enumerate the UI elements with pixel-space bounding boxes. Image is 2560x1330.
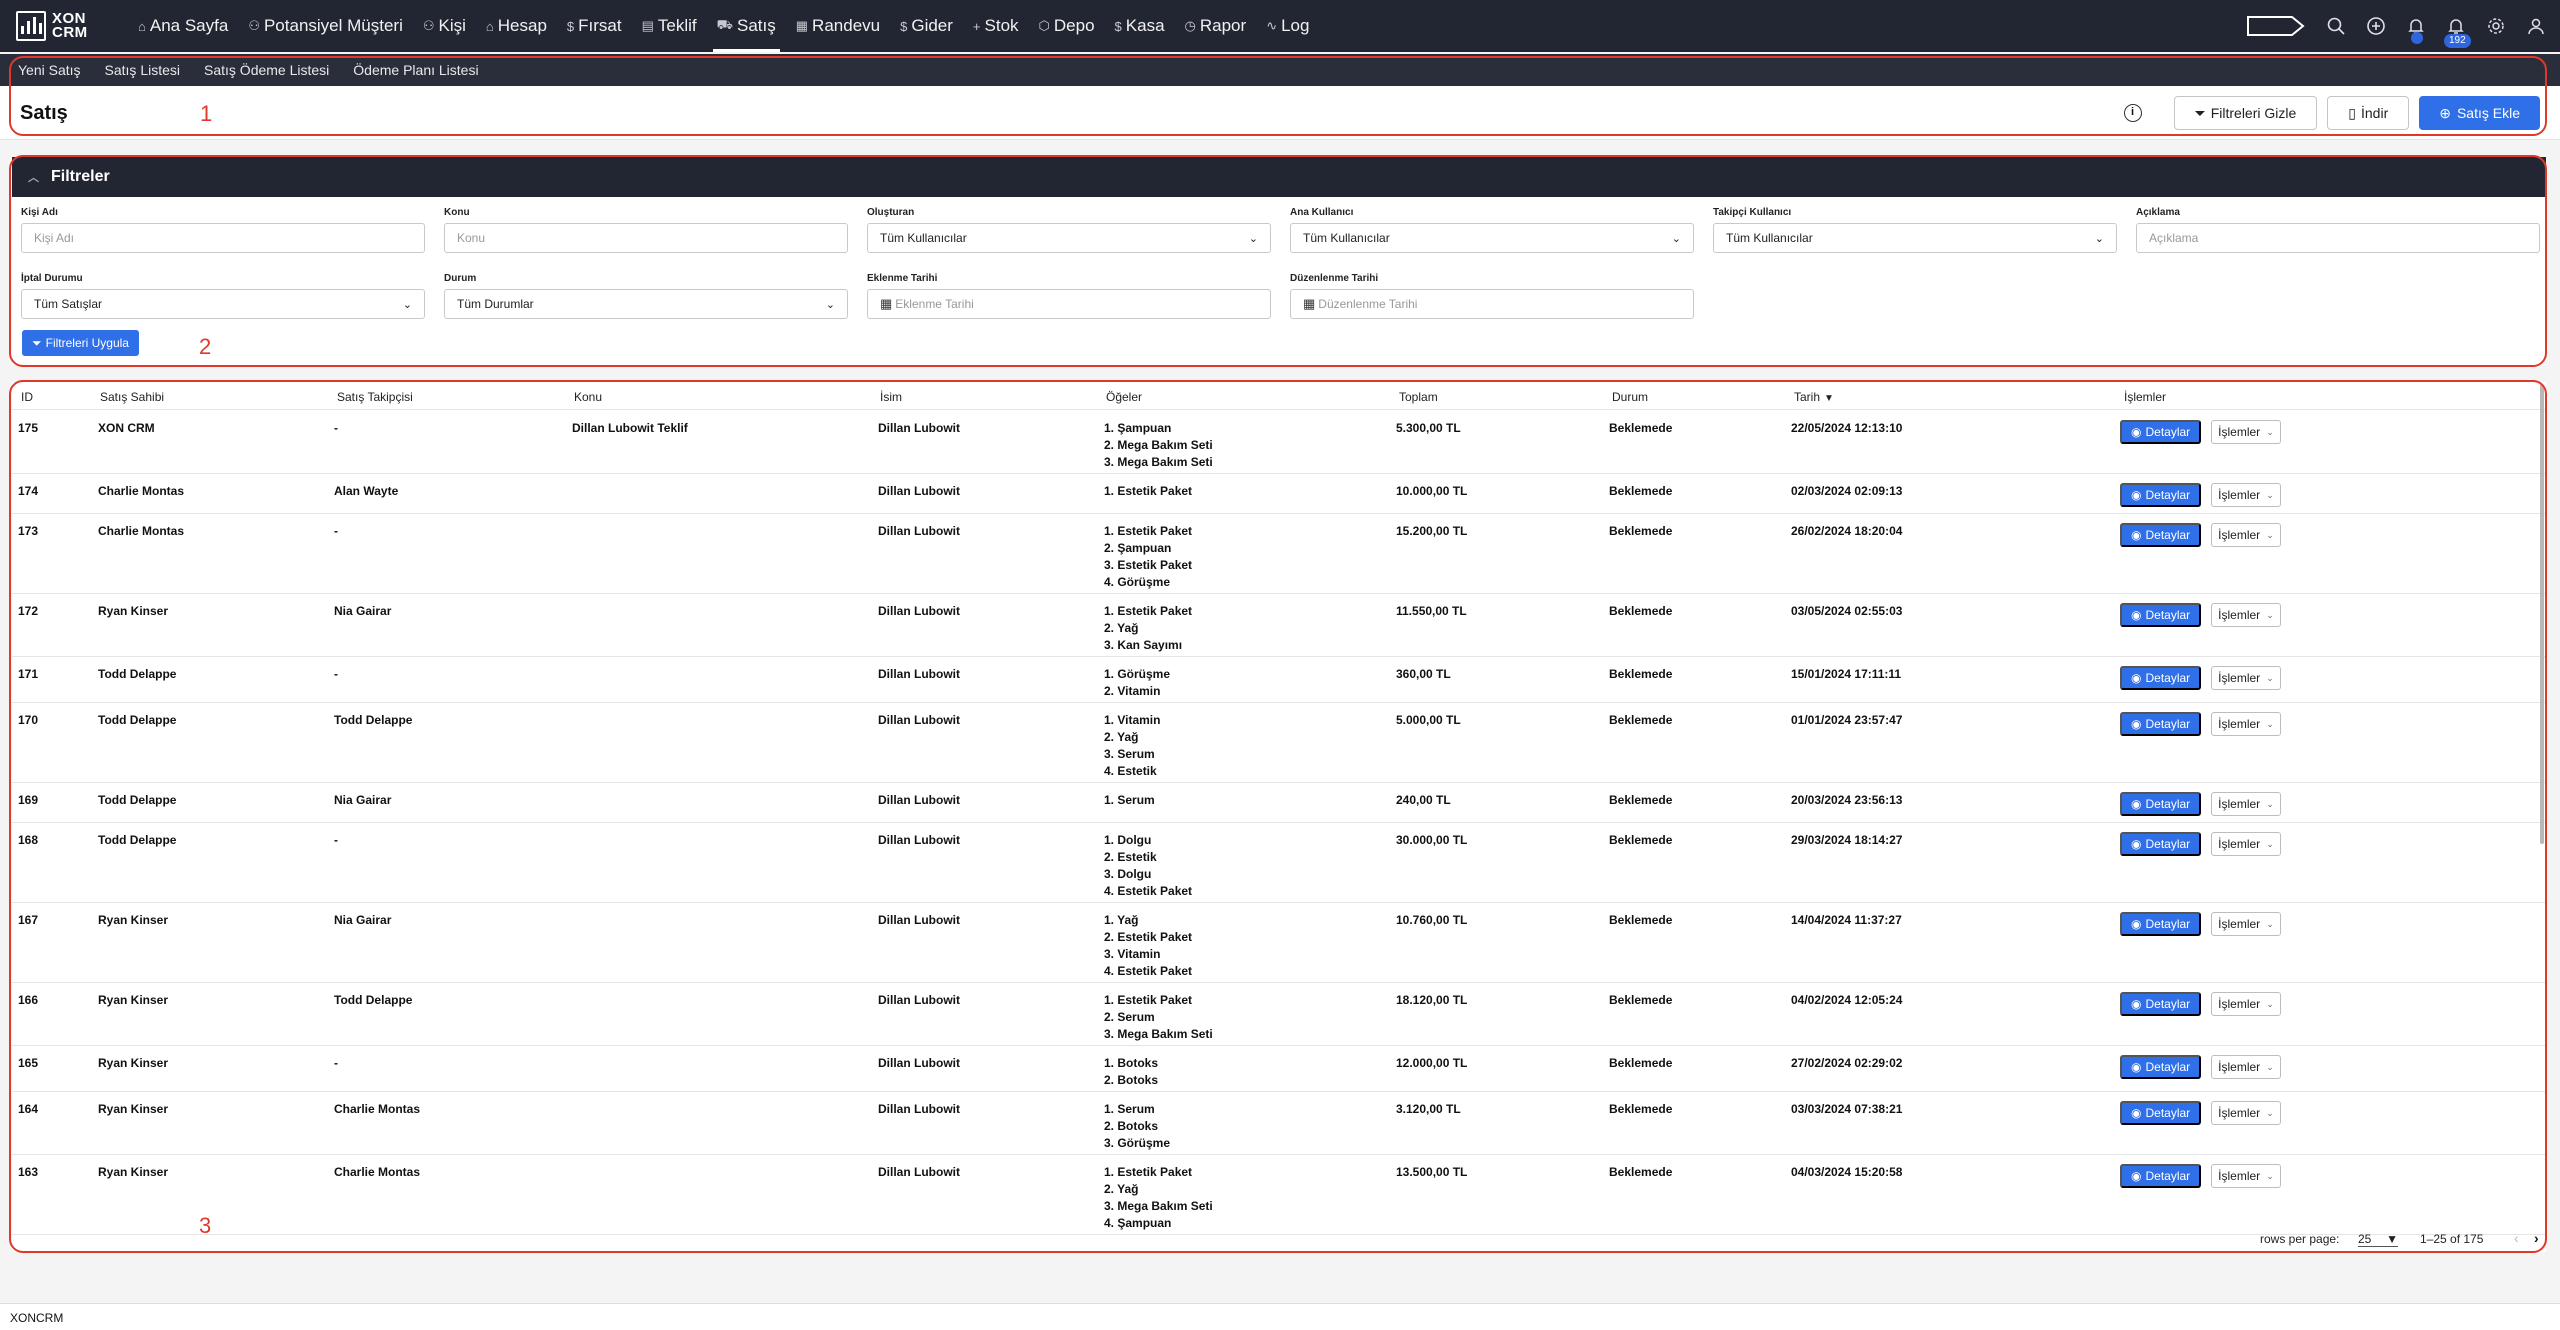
nav-item-8[interactable]: ▦ Randevu xyxy=(786,0,890,52)
annotation-label-3: 3 xyxy=(199,1213,212,1238)
nav-item-label: Stok xyxy=(984,16,1019,35)
footer: XONCRM xyxy=(0,1303,2560,1330)
nav-item-7[interactable]: ⛟ Satış xyxy=(707,0,786,52)
nav-item-icon: $ xyxy=(900,18,908,34)
nav-item-icon: ⌂ xyxy=(138,18,146,34)
nav-item-icon: $ xyxy=(1114,18,1122,34)
nav-item-icon: $ xyxy=(566,18,575,34)
nav-item-4[interactable]: ⌂ Hesap xyxy=(476,0,557,52)
nav-item-2[interactable]: ⚇ Potansiyel Müşteri xyxy=(238,0,413,52)
user-icon[interactable] xyxy=(2526,16,2546,36)
notification-dot xyxy=(2411,32,2423,44)
annotation-box-2 xyxy=(9,155,2547,367)
nav-item-icon: ⚇ xyxy=(248,18,260,33)
nav-item-icon: ⛟ xyxy=(716,17,733,32)
main-menu: ⌂ Ana Sayfa ⚇ Potansiyel Müşteri ⚇ Kişi ⌂ Hesap… xyxy=(128,0,1319,52)
chart-logo-icon xyxy=(16,11,46,41)
nav-item-label: Depo xyxy=(1053,16,1095,35)
notification-count-badge: 192 xyxy=(2444,34,2471,48)
nav-item-label: Rapor xyxy=(1199,16,1247,35)
nav-item-label: Log xyxy=(1281,16,1310,35)
nav-item-icon: ▤ xyxy=(641,18,654,33)
nav-item-icon: ▦ xyxy=(795,18,809,33)
nav-item-label: Kişi xyxy=(438,16,466,35)
nav-item-icon: ⌂ xyxy=(485,18,494,34)
nav-item-icon: ⚇ xyxy=(422,18,435,33)
search-icon[interactable] xyxy=(2326,16,2346,36)
nav-item-14[interactable]: ∿ Log xyxy=(1256,0,1319,52)
nav-item-label: Gider xyxy=(911,16,953,35)
nav-item-label: Hesap xyxy=(497,16,547,35)
nav-right-tools: 192 xyxy=(2246,0,2546,52)
notifications-bell-icon[interactable]: 192 xyxy=(2444,16,2471,48)
annotation-label-2: 2 xyxy=(199,334,212,359)
gear-icon[interactable] xyxy=(2486,16,2506,36)
nav-item-6[interactable]: ▤ Teklif xyxy=(632,0,707,52)
nav-item-icon: ∿ xyxy=(1266,18,1278,33)
bell-icon[interactable] xyxy=(2406,16,2426,44)
nav-item-13[interactable]: ◷ Rapor xyxy=(1175,0,1257,52)
nav-item-label: Kasa xyxy=(1125,16,1165,35)
annotation-label-1: 1 xyxy=(200,101,213,126)
annotation-box-3 xyxy=(9,380,2547,1253)
logo[interactable]: XON CRM xyxy=(16,11,116,41)
nav-item-11[interactable]: ⬡ Depo xyxy=(1029,0,1105,52)
nav-item-label: Randevu xyxy=(812,16,881,35)
logo-line2: CRM xyxy=(52,24,88,41)
nav-item-label: Potansiyel Müşteri xyxy=(263,16,403,35)
nav-item-label: Satış xyxy=(737,16,776,35)
annotation-box-1 xyxy=(9,56,2547,136)
nav-item-10[interactable]: + Stok xyxy=(963,0,1029,52)
nav-item-12[interactable]: $ Kasa xyxy=(1105,0,1175,52)
arrow-right-icon[interactable] xyxy=(2246,14,2306,38)
nav-item-label: Ana Sayfa xyxy=(149,16,229,35)
top-navbar: XON CRM ⌂ Ana Sayfa ⚇ Potansiyel Müşteri ⚇ Ki… xyxy=(0,0,2560,52)
nav-item-5[interactable]: $ Fırsat xyxy=(557,0,632,52)
nav-item-3[interactable]: ⚇ Kişi xyxy=(413,0,476,52)
footer-brand: XONCRM xyxy=(10,1311,64,1325)
nav-item-label: Fırsat xyxy=(578,16,622,35)
nav-item-1[interactable]: ⌂ Ana Sayfa xyxy=(128,0,238,52)
nav-item-9[interactable]: $ Gider xyxy=(890,0,963,52)
nav-item-icon: + xyxy=(972,18,981,34)
nav-item-label: Teklif xyxy=(657,16,697,35)
add-circle-icon[interactable] xyxy=(2366,16,2386,36)
nav-item-icon: ◷ xyxy=(1184,18,1196,33)
nav-item-icon: ⬡ xyxy=(1038,18,1050,33)
